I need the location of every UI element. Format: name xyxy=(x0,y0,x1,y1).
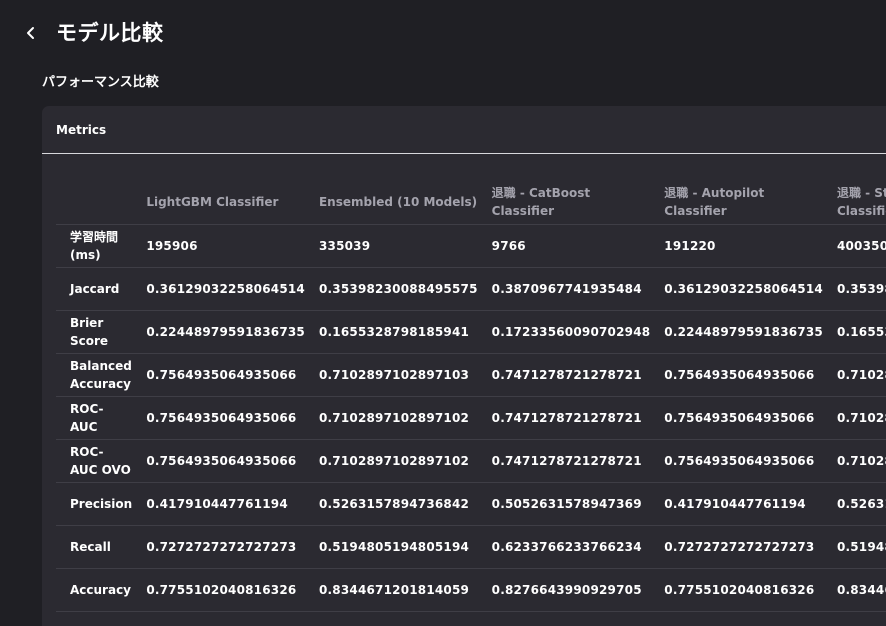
section-title: パフォーマンス比較 xyxy=(42,75,159,90)
row-label: Jaccard xyxy=(56,267,133,311)
table-cell: 0.8344671 xyxy=(822,568,886,612)
column-header: LightGBM Classifier xyxy=(132,180,305,225)
table-row: ROC- AUC 0.7564935064935066 0.71028971028… xyxy=(56,396,886,440)
table-cell: 0.22448979591836735 xyxy=(132,310,305,354)
table-row: Recall 0.7272727272727273 0.519480519480… xyxy=(56,525,886,569)
table-cell: 0.7755102040816326 xyxy=(650,568,823,612)
table-cell: 0.7564935064935066 xyxy=(132,439,305,483)
column-header: 退職 - CatBoost Classifier xyxy=(477,180,651,225)
table-cell: 0.7272727272727273 xyxy=(650,525,823,569)
row-label: ROC- AUC OVO xyxy=(56,439,133,483)
table-row: Brier Score 0.22448979591836735 0.1655328… xyxy=(56,310,886,354)
corner-cell xyxy=(56,180,133,225)
table-cell: 0.1655328 xyxy=(822,310,886,354)
table-cell: 0.417910447761194 xyxy=(650,482,823,526)
table-cell: 0.7471278721278721 xyxy=(477,396,651,440)
table-cell: 0.1655328798185941 xyxy=(304,310,478,354)
card-title: Metrics xyxy=(56,122,107,137)
table-cell: 0.35398230088495575 xyxy=(304,267,478,311)
table-cell: 0.7102897 xyxy=(822,353,886,397)
table-cell: 0.3539823 xyxy=(822,267,886,311)
table-row: Accuracy 0.7755102040816326 0.8344671201… xyxy=(56,568,886,612)
table-row: Balanced Accuracy 0.7564935064935066 0.71… xyxy=(56,353,886,397)
table-cell: 0.5052631578947369 xyxy=(477,482,651,526)
table-cell: 335039 xyxy=(304,224,478,268)
table-cell: 9766 xyxy=(477,224,651,268)
table-cell: 195906 xyxy=(132,224,305,268)
table-cell: 0.7471278721278721 xyxy=(477,353,651,397)
table-cell: 0.8276643990929705 xyxy=(477,568,651,612)
row-label: Balanced Accuracy xyxy=(56,353,133,397)
row-label: 学習時間 (ms) xyxy=(56,224,133,268)
table-cell: 0.5194805194805194 xyxy=(304,525,478,569)
table-cell: 0.7102897102897102 xyxy=(304,439,478,483)
table-row: 学習時間 (ms) 195906 335039 9766 191220 40035… xyxy=(56,224,886,268)
table-cell: 0.7564935064935066 xyxy=(650,353,823,397)
row-label: Precision xyxy=(56,482,133,526)
table-cell: 0.7755102040816326 xyxy=(132,568,305,612)
table-row: Jaccard 0.36129032258064514 0.3539823008… xyxy=(56,267,886,311)
table-cell: 0.7102897 xyxy=(822,396,886,440)
table-cell: 0.7564935064935066 xyxy=(650,439,823,483)
table-cell: 0.7564935064935066 xyxy=(132,396,305,440)
table-cell: 0.7564935064935066 xyxy=(132,353,305,397)
table-cell: 0.7102897102897103 xyxy=(304,353,478,397)
column-header: 退職 - Autopilot Classifier xyxy=(650,180,823,225)
table-cell: 0.3870967741935484 xyxy=(477,267,651,311)
column-header: Ensembled (10 Models) xyxy=(304,180,478,225)
column-header: 退職 - StacClassifier xyxy=(822,180,886,225)
table-row: ROC- AUC OVO 0.7564935064935066 0.7102897… xyxy=(56,439,886,483)
table-header-row: LightGBM Classifier Ensembled (10 Models… xyxy=(56,180,886,225)
row-label: ROC- AUC xyxy=(56,396,133,440)
table-cell: 0.7272727272727273 xyxy=(132,525,305,569)
table-cell: 0.7471278721278721 xyxy=(477,439,651,483)
table-cell: 0.7564935064935066 xyxy=(650,396,823,440)
table-cell: 0.36129032258064514 xyxy=(650,267,823,311)
table-cell: 0.5263157894736842 xyxy=(304,482,478,526)
table-cell: 0.22448979591836735 xyxy=(650,310,823,354)
metrics-table-container[interactable]: LightGBM Classifier Ensembled (10 Models… xyxy=(56,180,886,612)
table-cell: 0.17233560090702948 xyxy=(477,310,651,354)
table-cell: 191220 xyxy=(650,224,823,268)
table-cell: 0.36129032258064514 xyxy=(132,267,305,311)
table-row: Precision 0.417910447761194 0.5263157894… xyxy=(56,482,886,526)
table-cell: 0.5194805 xyxy=(822,525,886,569)
table-cell: 0.7102897 xyxy=(822,439,886,483)
row-label: Accuracy xyxy=(56,568,133,612)
table-cell: 0.7102897102897102 xyxy=(304,396,478,440)
card-header[interactable]: Metrics xyxy=(42,106,886,154)
row-label: Recall xyxy=(56,525,133,569)
table-cell: 400350 xyxy=(822,224,886,268)
table-cell: 0.6233766233766234 xyxy=(477,525,651,569)
back-button[interactable] xyxy=(20,22,42,44)
table-cell: 0.417910447761194 xyxy=(132,482,305,526)
chevron-left-icon xyxy=(27,27,34,39)
table-cell: 0.8344671201814059 xyxy=(304,568,478,612)
metrics-table: LightGBM Classifier Ensembled (10 Models… xyxy=(56,180,886,612)
row-label: Brier Score xyxy=(56,310,133,354)
page-title: モデル比較 xyxy=(56,21,164,45)
table-cell: 0.5263157 xyxy=(822,482,886,526)
metrics-card: Metrics LightGBM Classifier Ensembled (1… xyxy=(42,106,886,626)
